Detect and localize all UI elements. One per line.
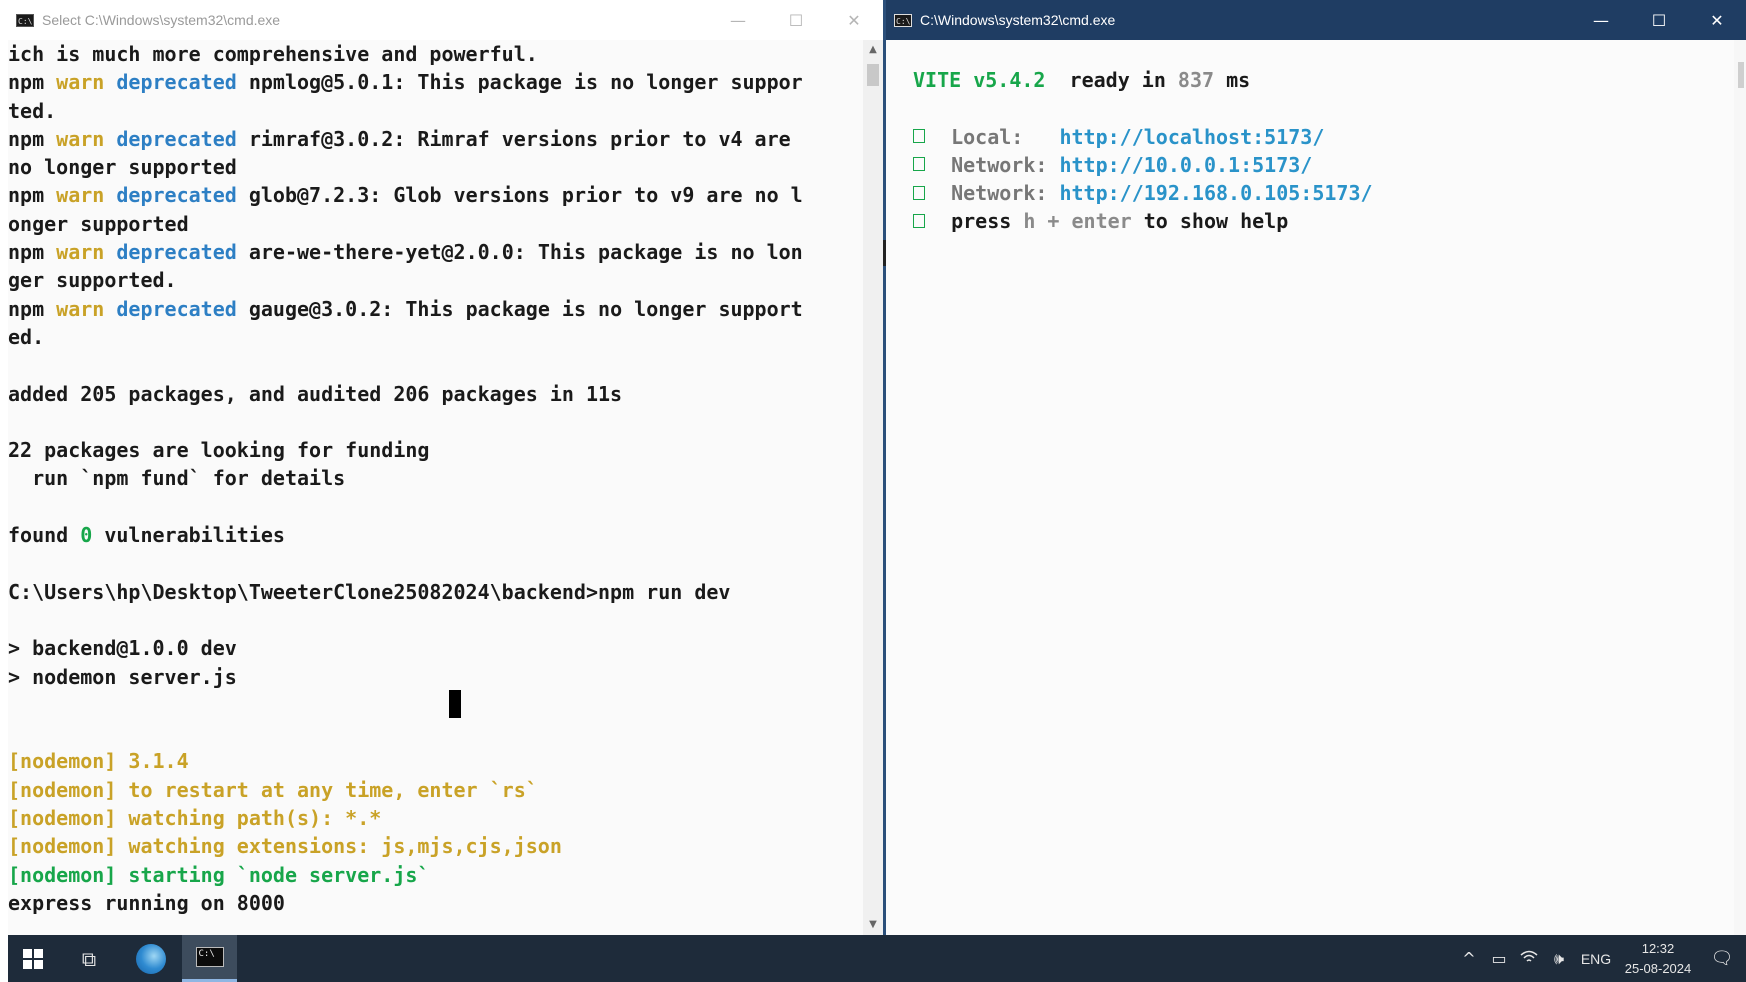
console-line: ich is much more comprehensive and power… xyxy=(8,42,538,66)
arrow-icon xyxy=(913,129,925,144)
battery-icon[interactable]: ▭ xyxy=(1484,949,1514,968)
console-line: added 205 packages, and audited 206 pack… xyxy=(8,381,623,406)
right-window-title: C:\Windows\system32\cmd.exe xyxy=(920,12,1116,28)
network-url-line: Network: http://10.0.0.1:5173/ xyxy=(913,153,1312,177)
start-button[interactable] xyxy=(8,935,58,982)
input-language-indicator[interactable]: ENG xyxy=(1574,951,1618,967)
system-tray: ^ ▭ 🕪 ENG 12:32 25-08-2024 🗨 xyxy=(1454,935,1746,982)
console-line: ted. xyxy=(8,98,57,123)
console-line: ed. xyxy=(8,324,45,349)
windows-logo-icon xyxy=(23,948,43,969)
cmd-icon: C:\ xyxy=(894,13,912,27)
console-line: npm warn deprecated rimraf@3.0.2: Rimraf… xyxy=(8,126,791,151)
network-url-link[interactable]: http://10.0.0.1:5173/ xyxy=(1059,153,1312,177)
task-view-icon: ⧉ xyxy=(81,946,97,971)
left-window-controls: — ☐ ✕ xyxy=(709,0,883,40)
left-scrollbar[interactable]: ▲ ▼ xyxy=(863,40,883,935)
maximize-button[interactable]: ☐ xyxy=(1630,0,1688,40)
vite-ready-line: VITE v5.4.2 ready in 837 ms xyxy=(913,68,1251,92)
console-line: > nodemon server.js xyxy=(8,664,237,689)
taskbar: ⧉ C:\ ^ ▭ 🕪 ENG 12:32 25-08-2024 🗨 xyxy=(8,935,1746,982)
text-cursor xyxy=(449,690,461,718)
volume-icon[interactable]: 🕪 xyxy=(1544,949,1574,969)
close-button[interactable]: ✕ xyxy=(825,0,883,40)
maximize-button[interactable]: ☐ xyxy=(767,0,825,40)
show-hidden-icons-chevron-icon[interactable]: ^ xyxy=(1454,949,1484,968)
scroll-thumb[interactable] xyxy=(867,64,879,86)
edge-browser-button[interactable] xyxy=(120,935,182,982)
edge-icon xyxy=(136,943,166,974)
console-line: onger supported xyxy=(8,211,189,236)
window-divider xyxy=(883,240,886,266)
notification-center-icon[interactable]: 🗨 xyxy=(1698,948,1746,969)
console-line: [nodemon] to restart at any time, enter … xyxy=(8,777,538,802)
network-url-line: Network: http://192.168.0.105:5173/ xyxy=(913,181,1373,205)
close-button[interactable]: ✕ xyxy=(1688,0,1746,40)
left-title-bar[interactable]: C:\ Select C:\Windows\system32\cmd.exe —… xyxy=(8,0,883,40)
scroll-up-arrow-icon[interactable]: ▲ xyxy=(863,40,883,60)
console-line: [nodemon] 3.1.4 xyxy=(8,749,189,774)
scroll-thumb[interactable] xyxy=(1738,62,1744,88)
clock-time: 12:32 xyxy=(1641,940,1675,956)
local-url-line: Local: http://localhost:5173/ xyxy=(913,125,1324,149)
console-line: npm warn deprecated glob@7.2.3: Glob ver… xyxy=(8,183,803,208)
local-url-link[interactable]: http://localhost:5173/ xyxy=(1059,125,1324,149)
arrow-icon xyxy=(913,157,925,172)
arrow-icon xyxy=(913,185,925,200)
help-line: press h + enter to show help xyxy=(913,209,1288,233)
left-cmd-window[interactable]: C:\ Select C:\Windows\system32\cmd.exe —… xyxy=(8,0,883,935)
network-url-link[interactable]: http://192.168.0.105:5173/ xyxy=(1059,181,1372,205)
task-view-button[interactable]: ⧉ xyxy=(58,935,120,982)
clock[interactable]: 12:32 25-08-2024 xyxy=(1618,939,1698,979)
console-line: no longer supported xyxy=(8,155,237,180)
cmd-icon: C:\ xyxy=(195,947,224,967)
left-console-output[interactable]: ich is much more comprehensive and power… xyxy=(8,40,863,917)
console-line: C:\Users\hp\Desktop\TweeterClone25082024… xyxy=(8,579,731,604)
right-title-bar[interactable]: C:\ C:\Windows\system32\cmd.exe — ☐ ✕ xyxy=(886,0,1746,40)
wifi-icon[interactable] xyxy=(1514,949,1544,968)
cmd-icon: C:\ xyxy=(16,13,34,27)
console-line: npm warn deprecated npmlog@5.0.1: This p… xyxy=(8,70,803,95)
console-line: [nodemon] watching extensions: js,mjs,cj… xyxy=(8,834,562,859)
console-line: npm warn deprecated are-we-there-yet@2.0… xyxy=(8,240,803,265)
console-line: run `npm fund` for details xyxy=(8,466,346,491)
right-window-controls: — ☐ ✕ xyxy=(1572,0,1746,40)
console-line: npm warn deprecated gauge@3.0.2: This pa… xyxy=(8,296,803,321)
right-cmd-window[interactable]: C:\ C:\Windows\system32\cmd.exe — ☐ ✕ VI… xyxy=(883,0,1746,935)
minimize-button[interactable]: — xyxy=(1572,0,1630,40)
console-line: [nodemon] starting `node server.js` xyxy=(8,862,430,887)
console-line: found 0 vulnerabilities xyxy=(8,523,285,548)
console-line: ger supported. xyxy=(8,268,177,293)
left-window-title: Select C:\Windows\system32\cmd.exe xyxy=(42,12,281,28)
right-console-output[interactable]: VITE v5.4.2 ready in 837 ms Local: http:… xyxy=(913,66,1373,236)
scroll-down-arrow-icon[interactable]: ▼ xyxy=(863,915,883,935)
right-scrollbar[interactable] xyxy=(1734,40,1746,935)
console-line: express running on 8000 xyxy=(8,890,285,915)
minimize-button[interactable]: — xyxy=(709,0,767,40)
clock-date: 25-08-2024 xyxy=(1624,960,1692,976)
console-line: 22 packages are looking for funding xyxy=(8,438,430,463)
console-line: [nodemon] watching path(s): *.* xyxy=(8,806,382,831)
arrow-icon xyxy=(913,213,925,228)
console-line: > backend@1.0.0 dev xyxy=(8,636,237,661)
cmd-taskbar-button[interactable]: C:\ xyxy=(182,935,237,982)
